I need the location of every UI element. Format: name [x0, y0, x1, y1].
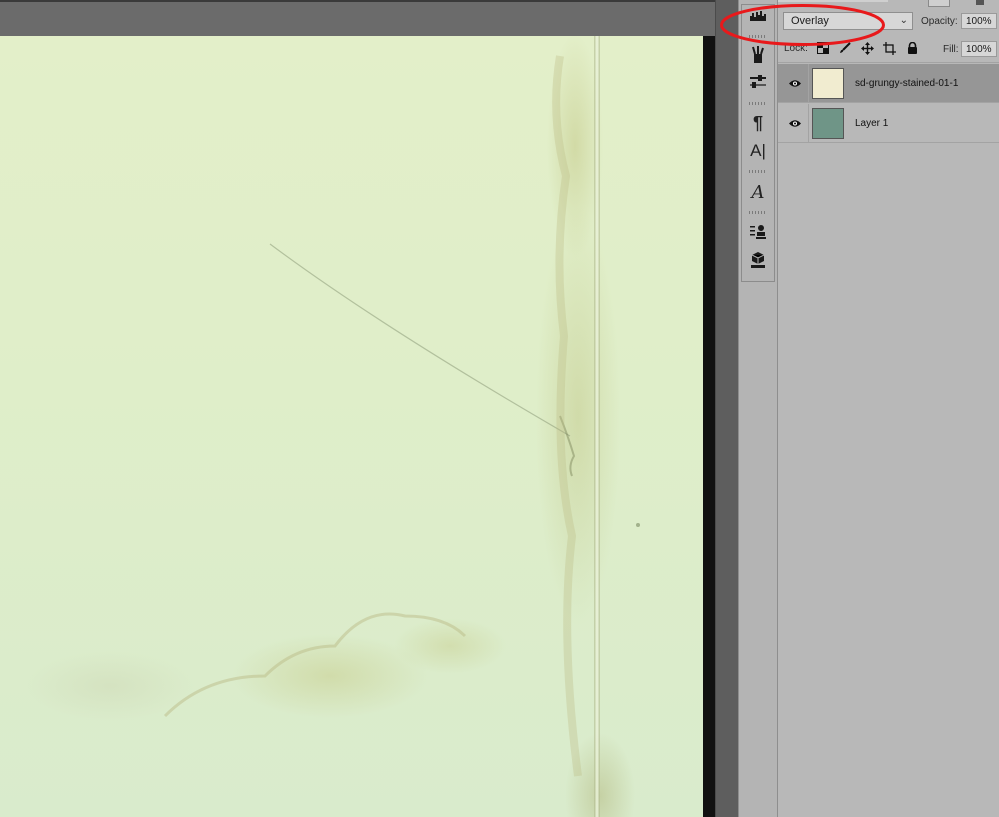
fill-label: Fill: — [943, 44, 959, 55]
dock-separator — [749, 35, 767, 38]
layer-row-layer-1[interactable]: Layer 1 — [778, 104, 999, 143]
brushes-icon[interactable] — [743, 41, 773, 69]
layer-thumbnail — [812, 68, 844, 99]
panel-dock-gutter — [715, 0, 738, 817]
paragraph-icon[interactable]: ¶ — [743, 109, 773, 137]
visibility-column-divider — [808, 104, 809, 143]
canvas-image[interactable] — [0, 36, 715, 817]
character-icon[interactable]: A| — [743, 137, 773, 165]
dock-separator — [749, 102, 767, 105]
fill-input[interactable]: 100% — [961, 41, 997, 57]
panel-top-edge — [778, 0, 888, 2]
panel-collapse-button[interactable] — [976, 0, 984, 5]
lock-transparent-pixels-icon[interactable] — [816, 41, 830, 55]
canvas-edge — [703, 36, 715, 817]
document-area — [0, 0, 715, 817]
tab-bar-strip — [0, 0, 715, 2]
dock-separator — [749, 170, 767, 173]
blend-mode-select[interactable]: Overlay ⌄ — [783, 12, 913, 30]
layer-name: sd-grungy-stained-01-1 — [855, 78, 959, 89]
lock-all-icon[interactable] — [905, 41, 919, 55]
layer-thumbnail — [812, 108, 844, 139]
dock-separator — [749, 211, 767, 214]
panel-divider — [778, 62, 999, 63]
opacity-input[interactable]: 100% — [961, 13, 997, 29]
lock-position-icon[interactable] — [860, 41, 874, 55]
clone-source-icon[interactable] — [743, 218, 773, 246]
blend-mode-value: Overlay — [791, 15, 829, 27]
paper-texture-marks — [163, 55, 640, 777]
visibility-column-divider — [808, 64, 809, 103]
layer-row-sd-grungy-stained[interactable]: sd-grungy-stained-01-1 — [778, 64, 999, 103]
eye-icon[interactable] — [787, 116, 803, 130]
lock-label: Lock: — [784, 43, 808, 54]
eye-icon[interactable] — [787, 76, 803, 90]
opacity-label: Opacity: — [921, 16, 958, 27]
lock-image-pixels-icon[interactable] — [838, 41, 852, 55]
layer-name: Layer 1 — [855, 118, 889, 129]
glyphs-icon[interactable]: A — [743, 178, 773, 206]
lock-artboard-icon[interactable] — [882, 41, 896, 55]
layers-panel: Overlay ⌄ Opacity: 100% Lock: Fill: 100%… — [778, 0, 999, 817]
adjustments-icon[interactable] — [743, 68, 773, 96]
chevron-down-icon: ⌄ — [899, 15, 908, 26]
icon-dock: ¶ A| A — [738, 0, 778, 817]
panel-menu-button[interactable] — [928, 0, 950, 7]
3d-icon[interactable] — [743, 246, 773, 274]
paper-fold-line — [594, 36, 600, 817]
histogram-icon[interactable] — [743, 2, 773, 30]
